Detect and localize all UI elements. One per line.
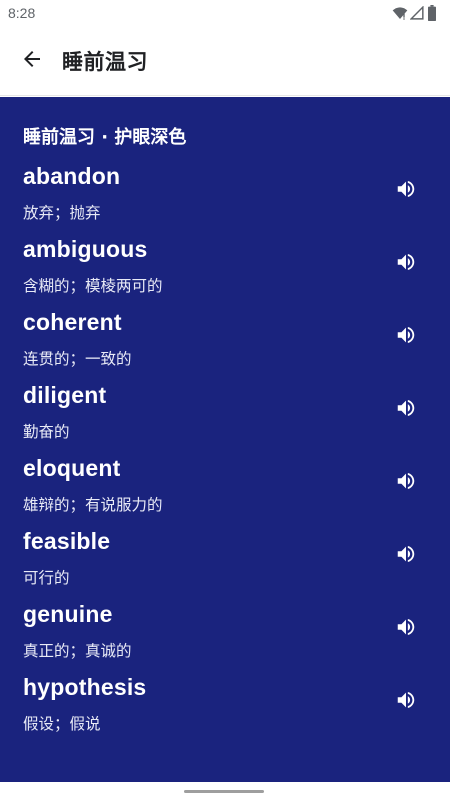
volume-up-icon	[395, 397, 417, 423]
word-item: genuine 真正的；真诚的	[0, 601, 450, 674]
word-list: abandon 放弃；抛弃 ambiguous 含糊的；模棱两可的 cohere…	[0, 163, 450, 747]
word-text: hypothesis	[23, 674, 147, 700]
arrow-back-icon	[20, 47, 44, 75]
word-item: ambiguous 含糊的；模棱两可的	[0, 236, 450, 309]
battery-icon	[426, 5, 438, 21]
volume-up-icon	[395, 543, 417, 569]
speak-button-eloquent[interactable]	[392, 469, 420, 497]
word-meaning: 勤奋的	[23, 423, 70, 441]
word-text: eloquent	[23, 455, 121, 481]
speak-button-abandon[interactable]	[392, 177, 420, 205]
volume-up-icon	[395, 178, 417, 204]
wifi-icon	[392, 5, 408, 21]
back-button[interactable]	[2, 26, 62, 96]
speak-button-diligent[interactable]	[392, 396, 420, 424]
word-text: ambiguous	[23, 236, 148, 262]
word-text: abandon	[23, 163, 121, 189]
word-item: coherent 连贯的；一致的	[0, 309, 450, 382]
word-meaning: 连贯的；一致的	[23, 350, 132, 368]
word-review-panel: 睡前温习 · 护眼深色 abandon 放弃；抛弃 ambiguous 含糊的；…	[0, 97, 450, 782]
volume-up-icon	[395, 689, 417, 715]
word-item: hypothesis 假设；假说	[0, 674, 450, 747]
status-time: 8:28	[8, 5, 36, 21]
volume-up-icon	[395, 251, 417, 277]
speak-button-feasible[interactable]	[392, 542, 420, 570]
speak-button-genuine[interactable]	[392, 615, 420, 643]
speak-button-coherent[interactable]	[392, 323, 420, 351]
status-bar: 8:28	[0, 0, 450, 26]
speak-button-hypothesis[interactable]	[392, 688, 420, 716]
word-text: coherent	[23, 309, 122, 335]
signal-icon	[410, 6, 424, 20]
app-bar: 睡前温习	[0, 26, 450, 96]
word-item: feasible 可行的	[0, 528, 450, 601]
word-item: abandon 放弃；抛弃	[0, 163, 450, 236]
word-item: diligent 勤奋的	[0, 382, 450, 455]
section-title: 睡前温习 · 护眼深色	[23, 127, 187, 148]
volume-up-icon	[395, 470, 417, 496]
volume-up-icon	[395, 616, 417, 642]
word-text: feasible	[23, 528, 111, 554]
word-meaning: 可行的	[23, 569, 70, 587]
word-meaning: 放弃；抛弃	[23, 204, 101, 222]
volume-up-icon	[395, 324, 417, 350]
page-title: 睡前温习	[62, 49, 148, 74]
navigation-bar	[0, 782, 450, 800]
word-meaning: 假设；假说	[23, 715, 101, 733]
gesture-handle[interactable]	[184, 790, 264, 793]
word-item: eloquent 雄辩的；有说服力的	[0, 455, 450, 528]
word-text: diligent	[23, 382, 107, 408]
word-meaning: 含糊的；模棱两可的	[23, 277, 163, 295]
word-meaning: 雄辩的；有说服力的	[23, 496, 163, 514]
status-icons	[392, 5, 438, 21]
word-meaning: 真正的；真诚的	[23, 642, 132, 660]
speak-button-ambiguous[interactable]	[392, 250, 420, 278]
word-text: genuine	[23, 601, 113, 627]
